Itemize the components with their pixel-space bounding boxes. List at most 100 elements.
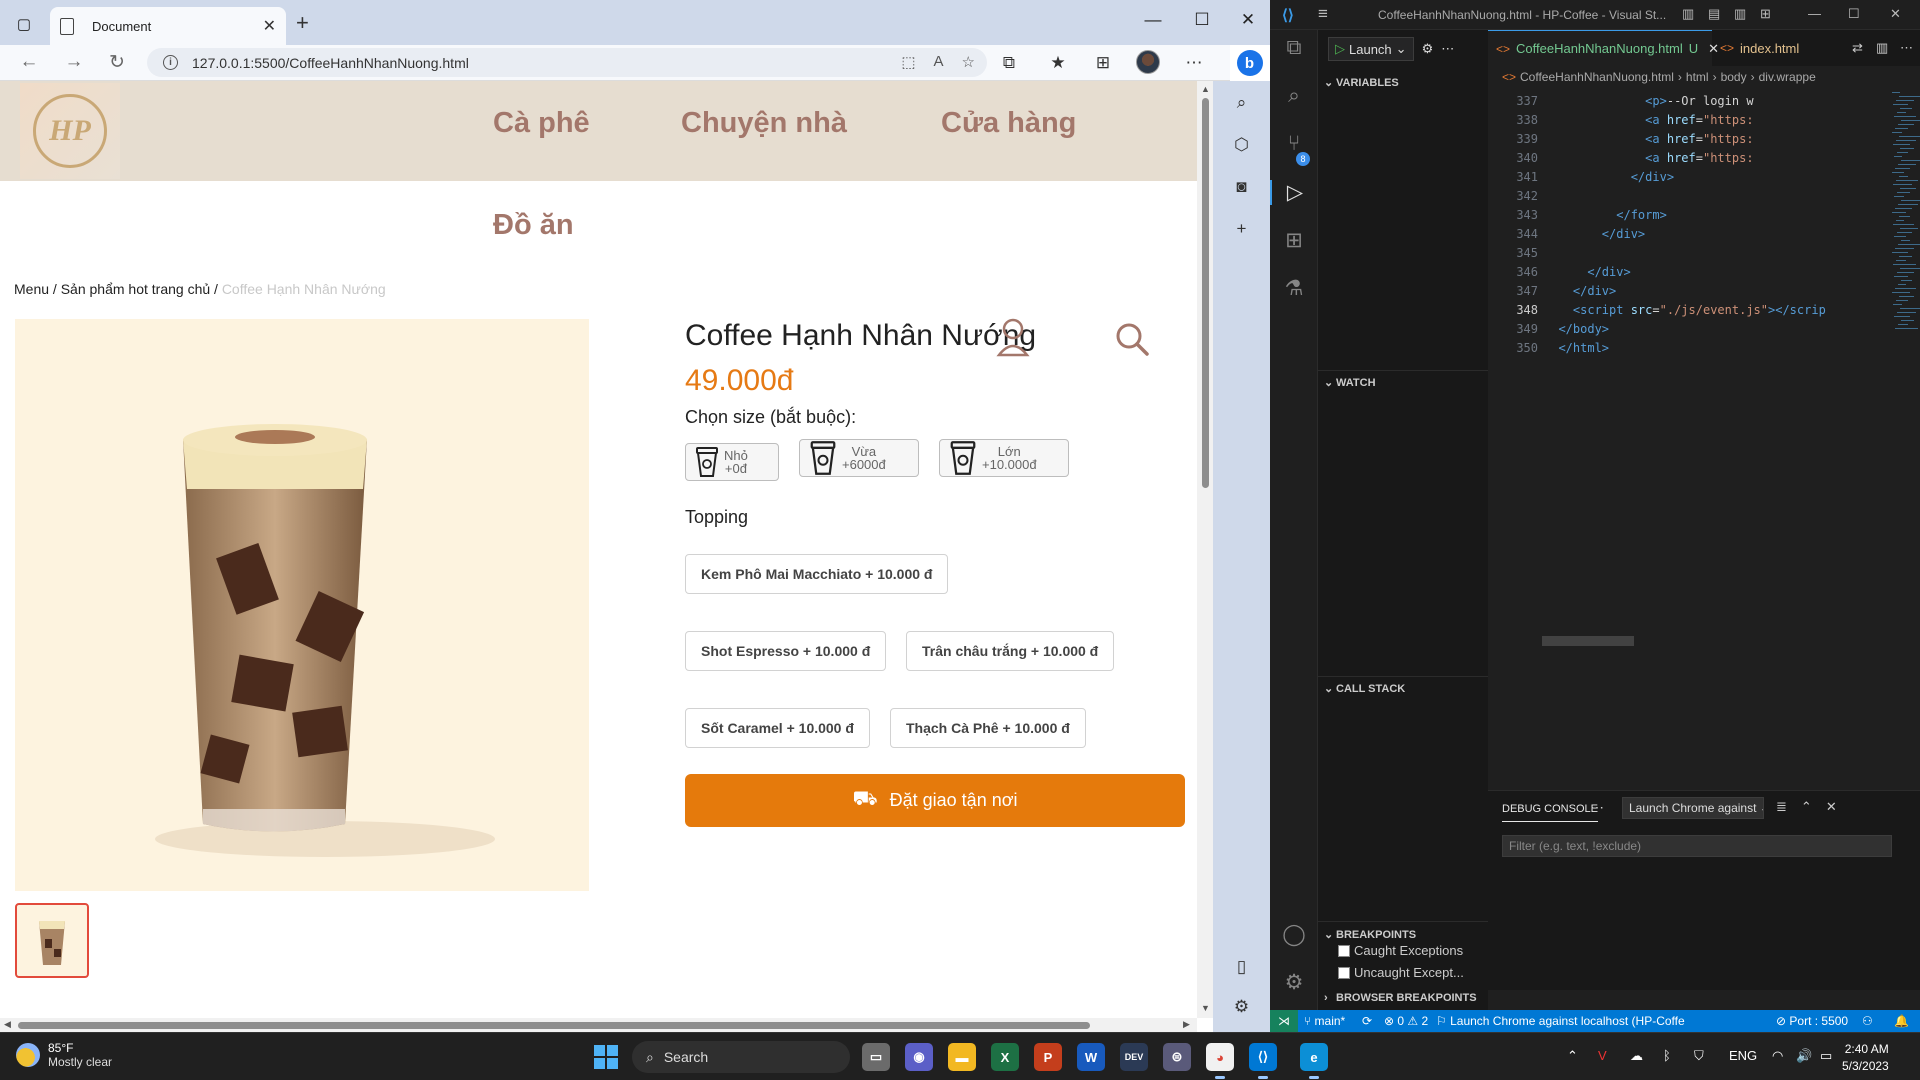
topping-sot-caramel[interactable]: Sốt Caramel + 10.000 đ [685,708,870,748]
variables-header[interactable]: ⌄ VARIABLES [1324,76,1399,89]
show-hidden-icons[interactable]: ⌃ [1567,1048,1578,1064]
onedrive-icon[interactable]: ☁ [1630,1048,1643,1064]
code-line[interactable]: 349 </body> [1488,320,1888,339]
code-lines[interactable]: 337 <p>--Or login w 338 <a href="https: 33… [1488,92,1888,358]
debug-launch-status[interactable]: ⚐ Launch Chrome against localhost (HP-Co… [1436,1014,1685,1028]
toggle-secondary-sidebar-icon[interactable]: ▥ [1734,6,1746,22]
topping-shot-espresso[interactable]: Shot Espresso + 10.000 đ [685,631,887,671]
debug-session-select[interactable]: Launch Chrome against ⌄ [1622,797,1764,819]
line-source[interactable]: </form> [1544,206,1667,225]
testing-icon[interactable]: ⚗ [1270,276,1318,301]
crumb-div[interactable]: div.wrappe [1759,70,1816,84]
panel-more-icon[interactable]: ⋯ [1590,799,1604,816]
outlook-icon[interactable]: ◙ [1213,177,1270,197]
explorer-icon[interactable]: ⧉ [1270,36,1318,60]
profile-avatar[interactable] [1136,50,1160,74]
size-medium-button[interactable]: Vừa +6000đ [799,439,919,477]
tab-coffeehanhnhannuong[interactable]: <> CoffeeHanhNhanNuong.html U ✕ [1488,30,1719,66]
wifi-icon[interactable]: ◠ [1772,1048,1783,1064]
scroll-right-icon[interactable]: ▶ [1183,1019,1190,1030]
code-line[interactable]: 340 <a href="https: [1488,149,1888,168]
line-source[interactable]: </body> [1544,320,1609,339]
caught-exceptions-option[interactable]: Caught Exceptions [1338,943,1463,958]
scroll-up-icon[interactable]: ▲ [1201,84,1210,94]
site-info-icon[interactable]: i [163,55,178,70]
taskbar-search[interactable]: ⌕ Search [632,1041,850,1073]
vscode-close-button[interactable]: ✕ [1890,6,1901,22]
source-control-icon[interactable]: ⑂ [1270,132,1318,156]
checkbox[interactable] [1338,966,1350,979]
add-favorite-icon[interactable]: ☆ [962,53,975,71]
settings-sidebar-icon[interactable]: ⚙ [1213,997,1270,1017]
breakpoints-header[interactable]: ⌄ BREAKPOINTS [1324,928,1416,941]
line-source[interactable]: <a href="https: [1544,149,1753,168]
scroll-down-icon[interactable]: ▼ [1201,1003,1210,1013]
vscode-minimize-button[interactable]: — [1808,6,1821,21]
topping-thach-ca-phe[interactable]: Thạch Cà Phê + 10.000 đ [890,708,1086,748]
tab-actions-icon[interactable]: ▢ [12,12,36,36]
start-button[interactable] [594,1045,618,1069]
search-icon[interactable] [1114,321,1150,357]
app-icon[interactable]: ⊜ [1163,1043,1191,1071]
checkbox[interactable] [1338,944,1350,957]
close-panel-icon[interactable]: ✕ [1826,799,1837,815]
line-number[interactable]: 339 [1488,130,1538,149]
task-view-icon[interactable]: ▭ [862,1043,890,1071]
debug-settings-icon[interactable]: ⚙ [1422,41,1434,57]
breadcrumb-menu[interactable]: Menu [14,281,49,297]
code-line[interactable]: 341 </div> [1488,168,1888,187]
search-activity-icon[interactable]: ⌕ [1270,84,1318,108]
vscode-taskbar-icon[interactable]: ⟨⟩ [1249,1043,1277,1079]
user-icon[interactable] [996,317,1030,357]
line-source[interactable]: <script src="./js/event.js"></scrip [1544,301,1826,320]
debug-console-tab[interactable]: DEBUG CONSOLE [1502,803,1598,822]
tab-index-html[interactable]: <> index.html [1712,30,1836,66]
dev-cpp-icon[interactable]: DEV [1120,1043,1148,1071]
tag-icon[interactable]: ⬚ [901,53,915,71]
code-line[interactable]: 348 <script src="./js/event.js"></scrip [1488,301,1888,320]
launch-config-select[interactable]: ▷ Launch ⌄ [1328,37,1414,61]
code-line[interactable]: 344 </div> [1488,225,1888,244]
line-source[interactable]: <p>--Or login w [1544,92,1753,111]
breadcrumb-hot-products[interactable]: Sản phẩm hot trang chủ [61,281,210,297]
forward-icon[interactable]: → [61,51,87,73]
extensions-activity-icon[interactable]: ⊞ [1270,228,1318,253]
search-sidebar-icon[interactable]: ⌕ [1213,93,1270,113]
extensions-icon[interactable]: ⧉ [998,53,1020,73]
watch-header[interactable]: ⌄ WATCH [1324,376,1376,389]
more-icon[interactable]: ⋯ [1183,53,1205,73]
favorites-icon[interactable]: ★ [1047,53,1069,73]
nav-ca-phe[interactable]: Cà phê [493,107,590,140]
powerpoint-icon[interactable]: P [1034,1043,1062,1071]
minimize-button[interactable]: — [1138,10,1168,30]
close-tab-icon[interactable]: ✕ [263,16,276,36]
crumb-body[interactable]: body [1721,70,1747,84]
code-line[interactable]: 345 [1488,244,1888,263]
battery-icon[interactable]: ▭ [1820,1048,1832,1064]
order-delivery-button[interactable]: ⛟ Đặt giao tận nơi [685,774,1185,827]
open-changes-icon[interactable]: ⇄ [1852,40,1863,56]
line-number[interactable]: 338 [1488,111,1538,130]
line-number[interactable]: 342 [1488,187,1538,206]
excel-icon[interactable]: X [991,1043,1019,1071]
line-source[interactable]: <a href="https: [1544,130,1753,149]
line-number[interactable]: 348 [1488,301,1538,320]
topping-kem-pho-mai[interactable]: Kem Phô Mai Macchiato + 10.000 đ [685,554,949,594]
crumb-file[interactable]: CoffeeHanhNhanNuong.html [1520,70,1674,84]
page-vertical-scrollbar[interactable]: ▲ ▼ [1197,81,1213,1018]
collections-icon[interactable]: ⊞ [1092,53,1114,73]
taskbar-clock[interactable]: 2:40 AM 5/3/2023 [1842,1041,1889,1075]
console-filter-input[interactable]: Filter (e.g. text, !exclude) [1502,835,1892,857]
chrome-icon[interactable]: ◕ [1206,1043,1234,1079]
scroll-left-icon[interactable]: ◀ [4,1019,11,1030]
address-bar[interactable]: i 127.0.0.1:5500/CoffeeHanhNhanNuong.htm… [147,48,987,77]
code-line[interactable]: 337 <p>--Or login w [1488,92,1888,111]
manage-gear-icon[interactable]: ⚙ [1270,970,1318,995]
code-line[interactable]: 346 </div> [1488,263,1888,282]
maximize-button[interactable]: ☐ [1187,10,1217,30]
topping-tran-chau-trang[interactable]: Trân châu trắng + 10.000 đ [906,631,1115,671]
line-source[interactable]: </div> [1544,263,1630,282]
nav-do-an[interactable]: Đồ ăn [493,209,574,242]
vscode-maximize-button[interactable]: ☐ [1848,6,1860,22]
line-number[interactable]: 347 [1488,282,1538,301]
